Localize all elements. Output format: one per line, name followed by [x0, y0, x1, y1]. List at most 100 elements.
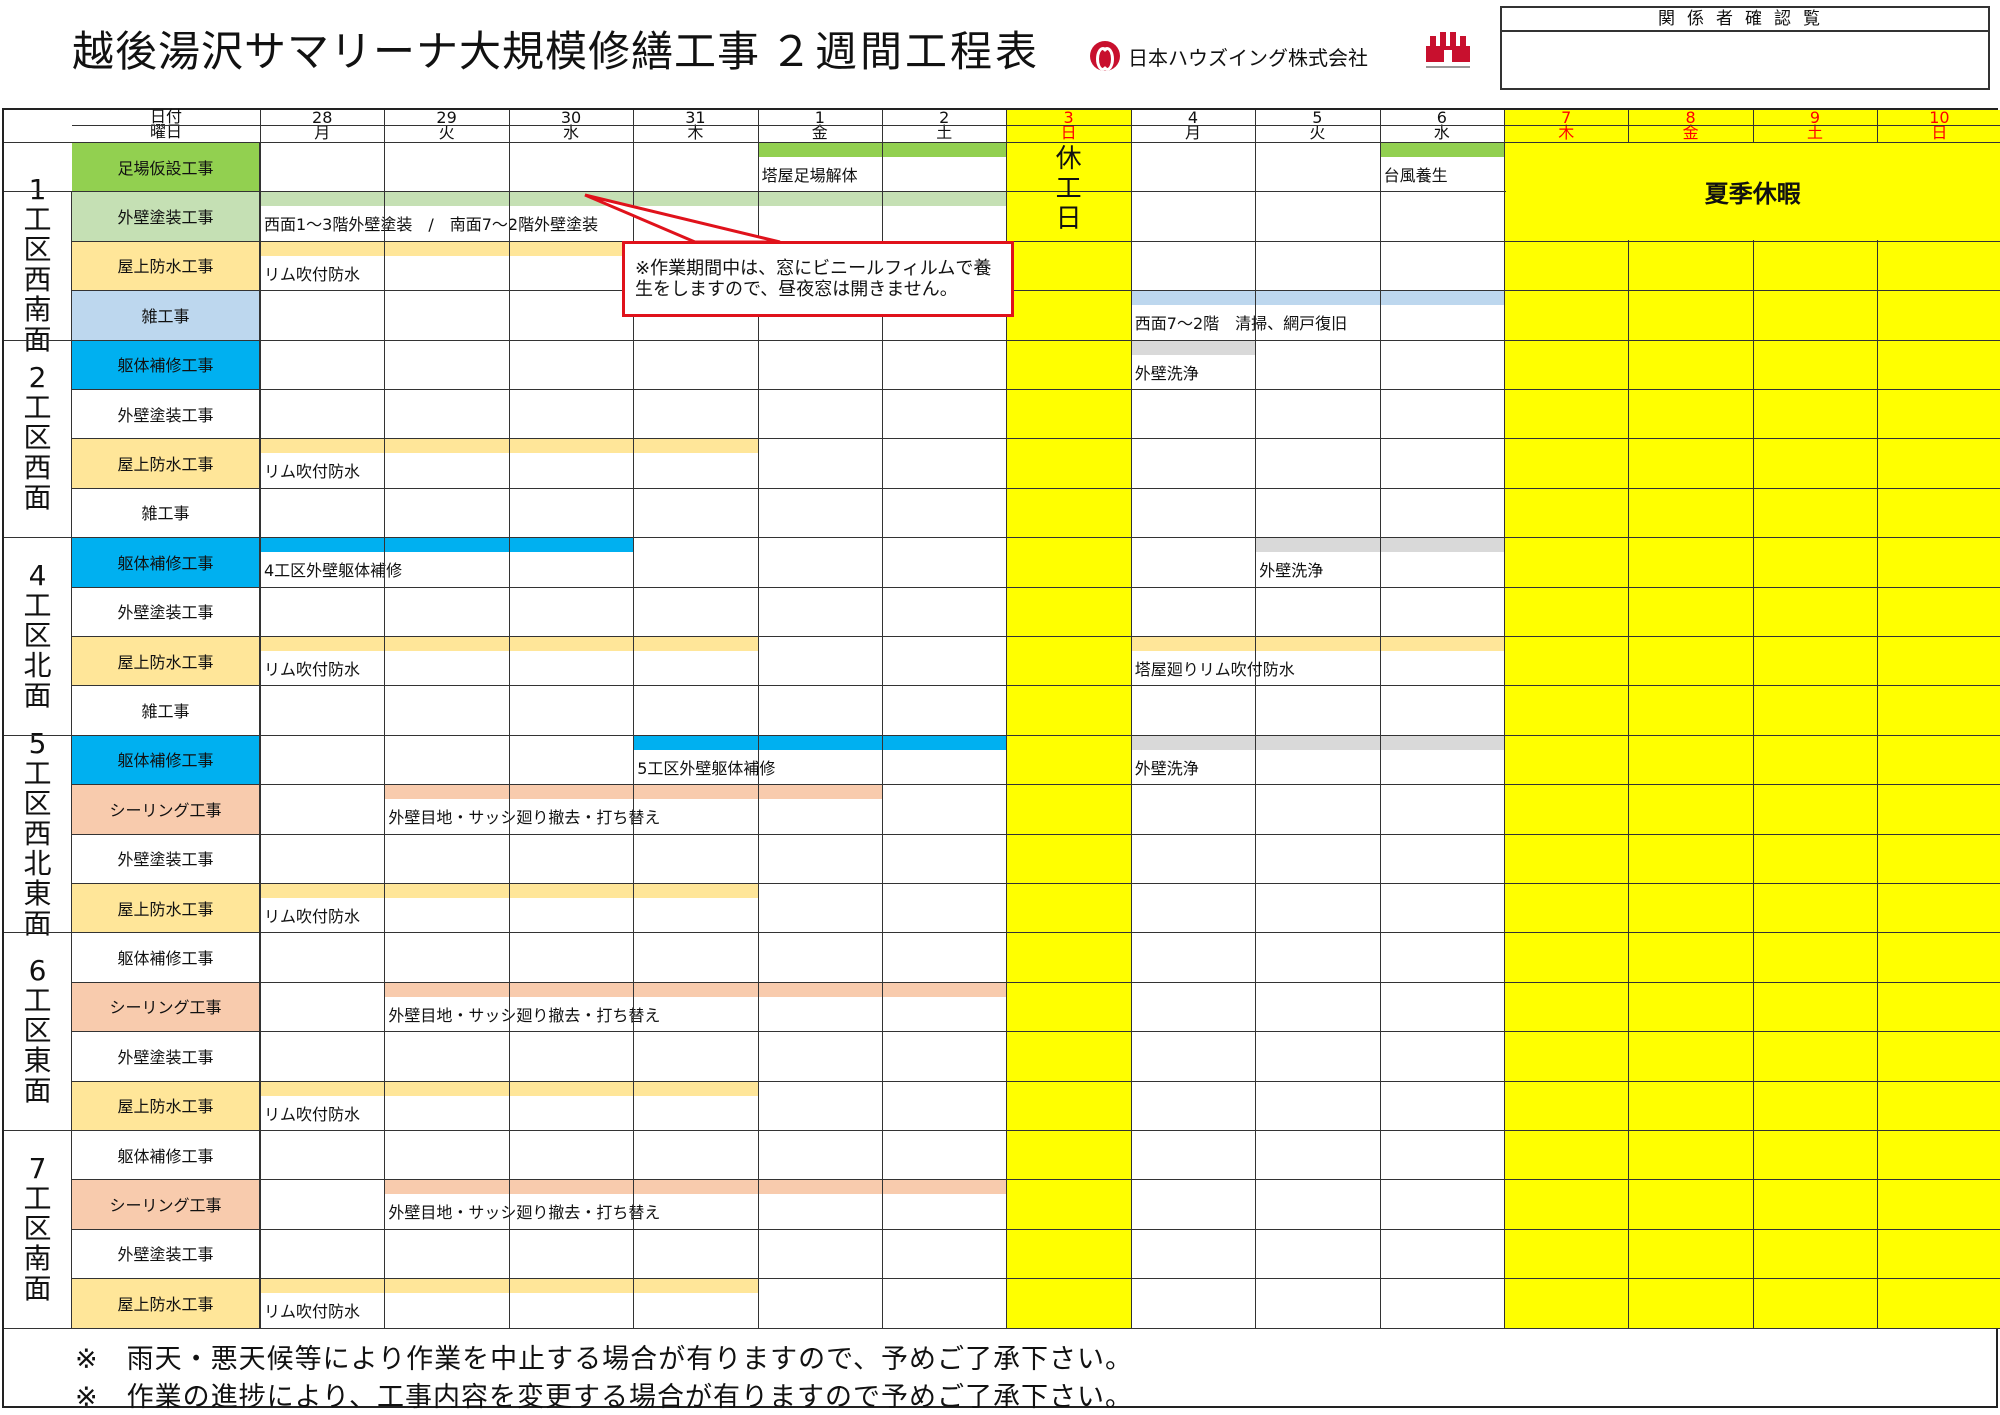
schedule-bar-label: 外壁洗浄 — [1134, 363, 1199, 383]
column-divider — [1255, 110, 1257, 1328]
summer-holiday-banner: 夏季休暇 — [1506, 143, 2000, 240]
schedule-bar — [384, 1180, 1007, 1195]
holiday-column — [1752, 110, 1878, 1328]
task-category-cell: 躯体補修工事 — [72, 339, 260, 389]
column-divider — [384, 110, 386, 1328]
row-divider — [72, 389, 2000, 390]
holiday-label: 休工日 — [1055, 144, 1082, 235]
row-divider — [72, 833, 2000, 835]
schedule-bar — [1130, 291, 1504, 306]
schedule-bar-label: 台風養生 — [1383, 166, 1448, 185]
weekday-header-label: 曜日 — [149, 122, 182, 141]
row-divider — [4, 339, 2000, 341]
zone-label: 6工区東面 — [4, 932, 72, 1130]
column-divider — [1504, 110, 1505, 1328]
row-divider — [72, 487, 2000, 489]
schedule-bar — [633, 735, 1007, 750]
weekday-cell: 金 — [811, 123, 828, 142]
row-divider — [72, 438, 2000, 440]
holiday-column — [1006, 110, 1131, 1328]
weekday-cell: 日 — [1060, 123, 1077, 142]
weekday-cell: 火 — [1309, 123, 1326, 142]
column-divider — [1379, 110, 1381, 1328]
schedule-bar-label: リム吹付防水 — [264, 907, 361, 926]
row-divider — [4, 537, 2000, 539]
row-divider — [72, 1179, 2000, 1181]
task-category-cell: 屋上防水工事 — [72, 1278, 260, 1328]
column-divider — [1877, 110, 1879, 1328]
holiday-column — [1628, 110, 1753, 1328]
task-category-cell: 屋上防水工事 — [72, 438, 260, 488]
schedule-bar-label: 外壁目地・サッシ廻り撤去・打ち替え — [388, 1005, 661, 1025]
task-category-cell: 雑工事 — [72, 685, 260, 735]
page-subtitle: ２週間工程表 — [770, 27, 1041, 76]
row-divider — [72, 685, 2000, 687]
schedule-bar-label: 塔屋廻りリム吹付防水 — [1134, 660, 1295, 679]
schedule-bar — [260, 538, 634, 553]
row-divider — [72, 290, 2000, 292]
schedule-bar-label: 西面7～2階 清掃、網戸復旧 — [1134, 314, 1348, 334]
schedule-bar-label: 西面1～3階外壁塗装 / 南面7～2階外壁塗装 — [264, 215, 599, 235]
task-category-cell: 躯体補修工事 — [72, 1130, 260, 1180]
task-category-cell: 外壁塗装工事 — [72, 833, 260, 883]
schedule-bar-label: 外壁目地・サッシ廻り撤去・打ち替え — [388, 808, 661, 828]
weekday-cell: 土 — [936, 123, 953, 142]
schedule-bar — [384, 982, 1007, 997]
weekday-cell: 月 — [314, 123, 331, 142]
task-category-cell: 躯体補修工事 — [72, 734, 260, 785]
zone-label: 7工区南面 — [4, 1130, 72, 1328]
weekday-cell: 金 — [1682, 123, 1699, 142]
schedule-bar-label: 外壁目地・サッシ廻り撤去・打ち替え — [388, 1203, 661, 1223]
row-divider — [72, 1228, 2000, 1230]
schedule-bar-label: 塔屋足場解体 — [761, 166, 858, 185]
schedule-bar-label: リム吹付防水 — [264, 660, 361, 679]
task-category-cell: 外壁塗装工事 — [72, 1031, 260, 1081]
schedule-bar — [1130, 637, 1504, 651]
page-title: 越後湯沢サマリーナ大規模修繕工事 — [72, 27, 761, 76]
building-logo-icon — [1426, 32, 1470, 68]
task-category-cell: 躯体補修工事 — [72, 537, 260, 587]
row-divider — [72, 1080, 2000, 1082]
schedule-bar-label: リム吹付防水 — [264, 1302, 361, 1322]
task-category-cell: 雑工事 — [72, 290, 260, 340]
weekday-cell: 木 — [1558, 123, 1575, 142]
row-divider — [72, 883, 2000, 884]
task-category-cell: 足場仮設工事 — [72, 142, 260, 192]
schedule-bar-label: 外壁洗浄 — [1259, 561, 1324, 581]
weekday-cell: 月 — [1184, 123, 1201, 142]
task-category-cell: シーリング工事 — [72, 1179, 260, 1229]
weekday-cell: 水 — [1433, 123, 1450, 142]
task-category-cell: 外壁塗装工事 — [72, 191, 260, 241]
stakeholder-confirm-box[interactable]: 関係者確認覧 — [1500, 6, 1990, 90]
schedule-bar-label: リム吹付防水 — [264, 264, 361, 284]
confirm-box-header: 関係者確認覧 — [1502, 8, 1988, 32]
schedule-bar-label: リム吹付防水 — [264, 462, 361, 482]
zone-label: 5工区西北東面 — [4, 728, 72, 938]
column-divider — [508, 110, 510, 1328]
row-divider — [4, 1327, 2000, 1329]
schedule-bar-label: 5工区外壁躯体補修 — [637, 758, 776, 778]
schedule-bar — [1379, 143, 1504, 157]
callout-note: ※作業期間中は、窓にビニールフィルムで養生をしますので、昼夜窓は開きません。 — [622, 241, 1014, 317]
note-1: ※ 雨天・悪天候等により作業を中止する場合が有りますので、予めご了承下さい。 — [75, 1344, 1134, 1375]
row-divider — [72, 784, 2000, 786]
schedule-bar-label: 外壁洗浄 — [1134, 758, 1199, 778]
weekday-cell: 土 — [1806, 123, 1823, 142]
weekday-cell: 木 — [687, 123, 704, 142]
row-divider — [72, 1031, 2000, 1033]
task-category-cell: シーリング工事 — [72, 784, 260, 834]
row-divider — [72, 586, 2000, 588]
company-name: 日本ハウズイング株式会社 — [1128, 45, 1368, 70]
row-divider — [4, 1130, 2000, 1131]
column-divider — [1130, 110, 1132, 1328]
column-divider — [1628, 110, 1630, 1328]
task-category-cell: シーリング工事 — [72, 981, 260, 1032]
task-category-cell: 外壁塗装工事 — [72, 1228, 260, 1279]
task-category-cell: 雑工事 — [72, 487, 260, 538]
holiday-column — [1504, 110, 1629, 1328]
holiday-column — [1877, 110, 2000, 1328]
row-divider — [72, 636, 2000, 637]
header-divider — [72, 125, 2000, 126]
task-category-cell: 外壁塗装工事 — [72, 389, 260, 439]
row-divider — [4, 932, 2000, 934]
